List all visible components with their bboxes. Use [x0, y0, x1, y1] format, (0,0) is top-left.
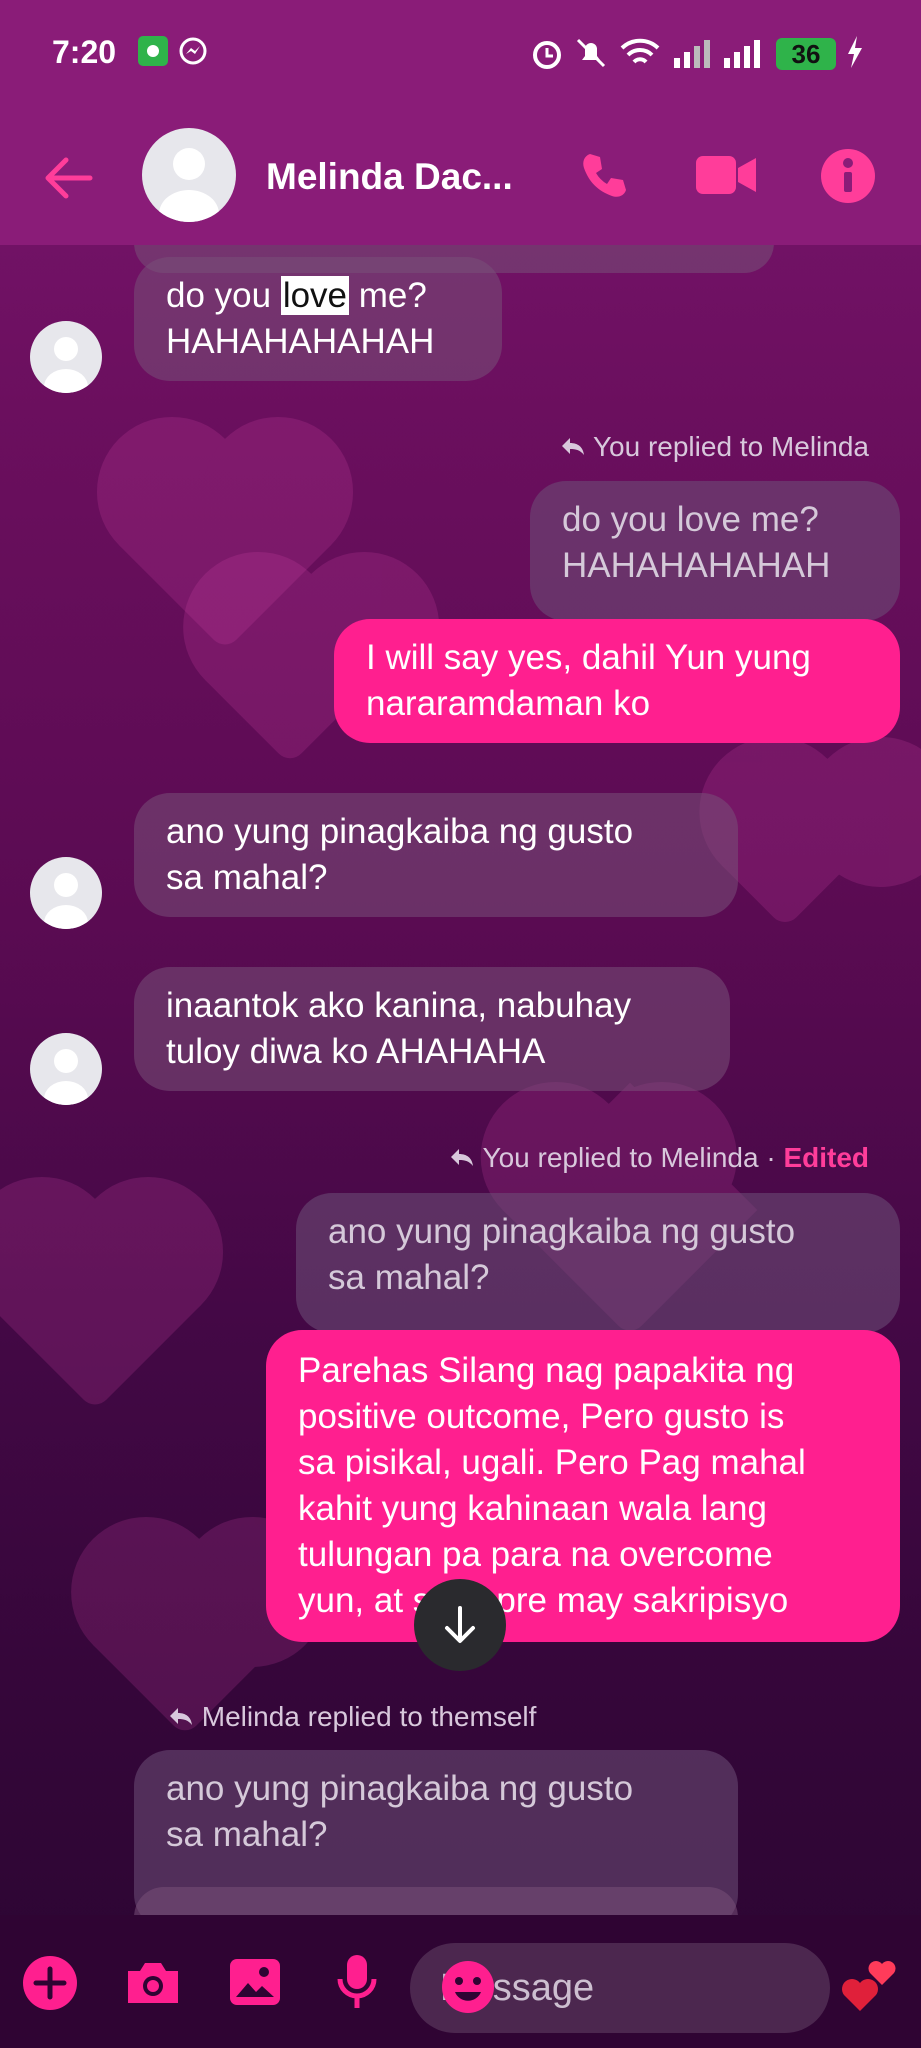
message-line: HAHAHAHAHAH	[166, 322, 435, 361]
contact-avatar[interactable]	[142, 128, 236, 222]
message-line: do you love me?	[562, 500, 819, 539]
video-call-icon[interactable]	[694, 152, 758, 203]
arrow-down-icon	[445, 1606, 475, 1643]
reply-label: You replied to Melinda · Edited	[449, 1142, 869, 1174]
message-thread[interactable]: do you love me? HAHAHAHAHAH You replied …	[0, 245, 921, 1915]
sender-avatar	[30, 857, 102, 929]
outgoing-message[interactable]: Parehas Silang nag papakita ng positive …	[266, 1330, 900, 1642]
message-line: sa mahal?	[166, 1815, 328, 1854]
hearts-reaction-icon[interactable]	[838, 1955, 902, 2020]
plus-icon[interactable]	[22, 1955, 78, 2016]
message-composer: Message	[0, 1915, 921, 2048]
message-text: do you	[166, 276, 281, 315]
reply-label-text: You replied to Melinda	[592, 431, 869, 462]
reply-arrow-icon	[451, 1149, 474, 1166]
reply-label: Melinda replied to themself	[168, 1701, 536, 1733]
alarm-icon	[530, 36, 564, 75]
signal-icon	[672, 36, 712, 75]
message-line: ano yung pinagkaiba ng gusto	[166, 812, 634, 851]
app-notification-icon	[138, 36, 168, 71]
highlighted-word: love	[280, 276, 350, 315]
message-text: me?	[349, 276, 427, 315]
message-line: positive outcome, Pero gusto is	[298, 1397, 785, 1436]
sender-avatar	[30, 1033, 102, 1105]
message-line: Parehas Silang nag papakita ng	[298, 1351, 795, 1390]
quoted-message[interactable]: do you love me? HAHAHAHAHAH	[530, 481, 900, 621]
chat-header: Melinda Dac...	[0, 108, 921, 245]
message-bubble-partial	[134, 1887, 738, 1915]
incoming-message[interactable]: ano yung pinagkaiba ng gusto sa mahal?	[134, 793, 738, 917]
signal-icon	[722, 36, 762, 75]
messenger-notification-icon	[178, 36, 208, 71]
status-bar: 7:20 36	[0, 0, 921, 108]
reply-label-text: You replied to Melinda	[482, 1142, 759, 1173]
message-line: sa mahal?	[166, 858, 328, 897]
battery-level: 36	[791, 39, 821, 69]
reply-arrow-icon	[170, 1708, 192, 1725]
message-line: nararamdaman ko	[366, 684, 651, 723]
camera-icon[interactable]	[124, 1959, 182, 2012]
mute-icon	[574, 36, 608, 75]
scroll-to-bottom-button[interactable]	[414, 1579, 506, 1671]
reply-label: You replied to Melinda	[560, 431, 869, 463]
phone-call-icon[interactable]	[576, 148, 632, 209]
contact-name[interactable]: Melinda Dac...	[266, 156, 513, 198]
message-line: sa pisikal, ugali. Pero Pag mahal	[298, 1443, 806, 1482]
incoming-message[interactable]: do you love me? HAHAHAHAHAH	[134, 257, 502, 381]
reply-arrow-icon	[561, 438, 584, 455]
message-line: do you love me?	[166, 273, 470, 319]
message-line: I will say yes, dahil Yun yung	[366, 638, 811, 677]
back-arrow-icon[interactable]	[42, 156, 94, 205]
message-input[interactable]: Message	[410, 1943, 830, 2033]
message-line: sa mahal?	[328, 1258, 490, 1297]
status-time: 7:20	[52, 34, 117, 70]
message-line: tuloy diwa ko AHAHAHA	[166, 1032, 546, 1071]
emoji-icon[interactable]	[440, 1959, 810, 2025]
microphone-icon[interactable]	[336, 1953, 378, 2016]
message-line: kahit yung kahinaan wala lang	[298, 1489, 767, 1528]
message-line: yun, at syempre may sakripisyo	[298, 1581, 789, 1620]
message-line: tulungan pa para na overcome	[298, 1535, 773, 1574]
outgoing-message[interactable]: I will say yes, dahil Yun yung nararamda…	[334, 619, 900, 743]
quoted-message[interactable]: ano yung pinagkaiba ng gusto sa mahal?	[296, 1193, 900, 1333]
message-line: HAHAHAHAHAH	[562, 546, 831, 585]
sender-avatar	[30, 321, 102, 393]
battery-icon: 36	[776, 38, 836, 70]
info-icon[interactable]	[820, 148, 876, 209]
charging-icon	[846, 36, 864, 73]
gallery-icon[interactable]	[228, 1957, 282, 2012]
incoming-message[interactable]: inaantok ako kanina, nabuhay tuloy diwa …	[134, 967, 730, 1091]
wifi-icon	[618, 36, 662, 75]
message-line: inaantok ako kanina, nabuhay	[166, 986, 632, 1025]
reply-label-text: Melinda replied to themself	[201, 1701, 537, 1732]
message-line: ano yung pinagkaiba ng gusto	[328, 1212, 796, 1251]
message-line: ano yung pinagkaiba ng gusto	[166, 1769, 634, 1808]
edited-badge: Edited	[783, 1142, 869, 1173]
reply-separator: ·	[758, 1142, 784, 1173]
